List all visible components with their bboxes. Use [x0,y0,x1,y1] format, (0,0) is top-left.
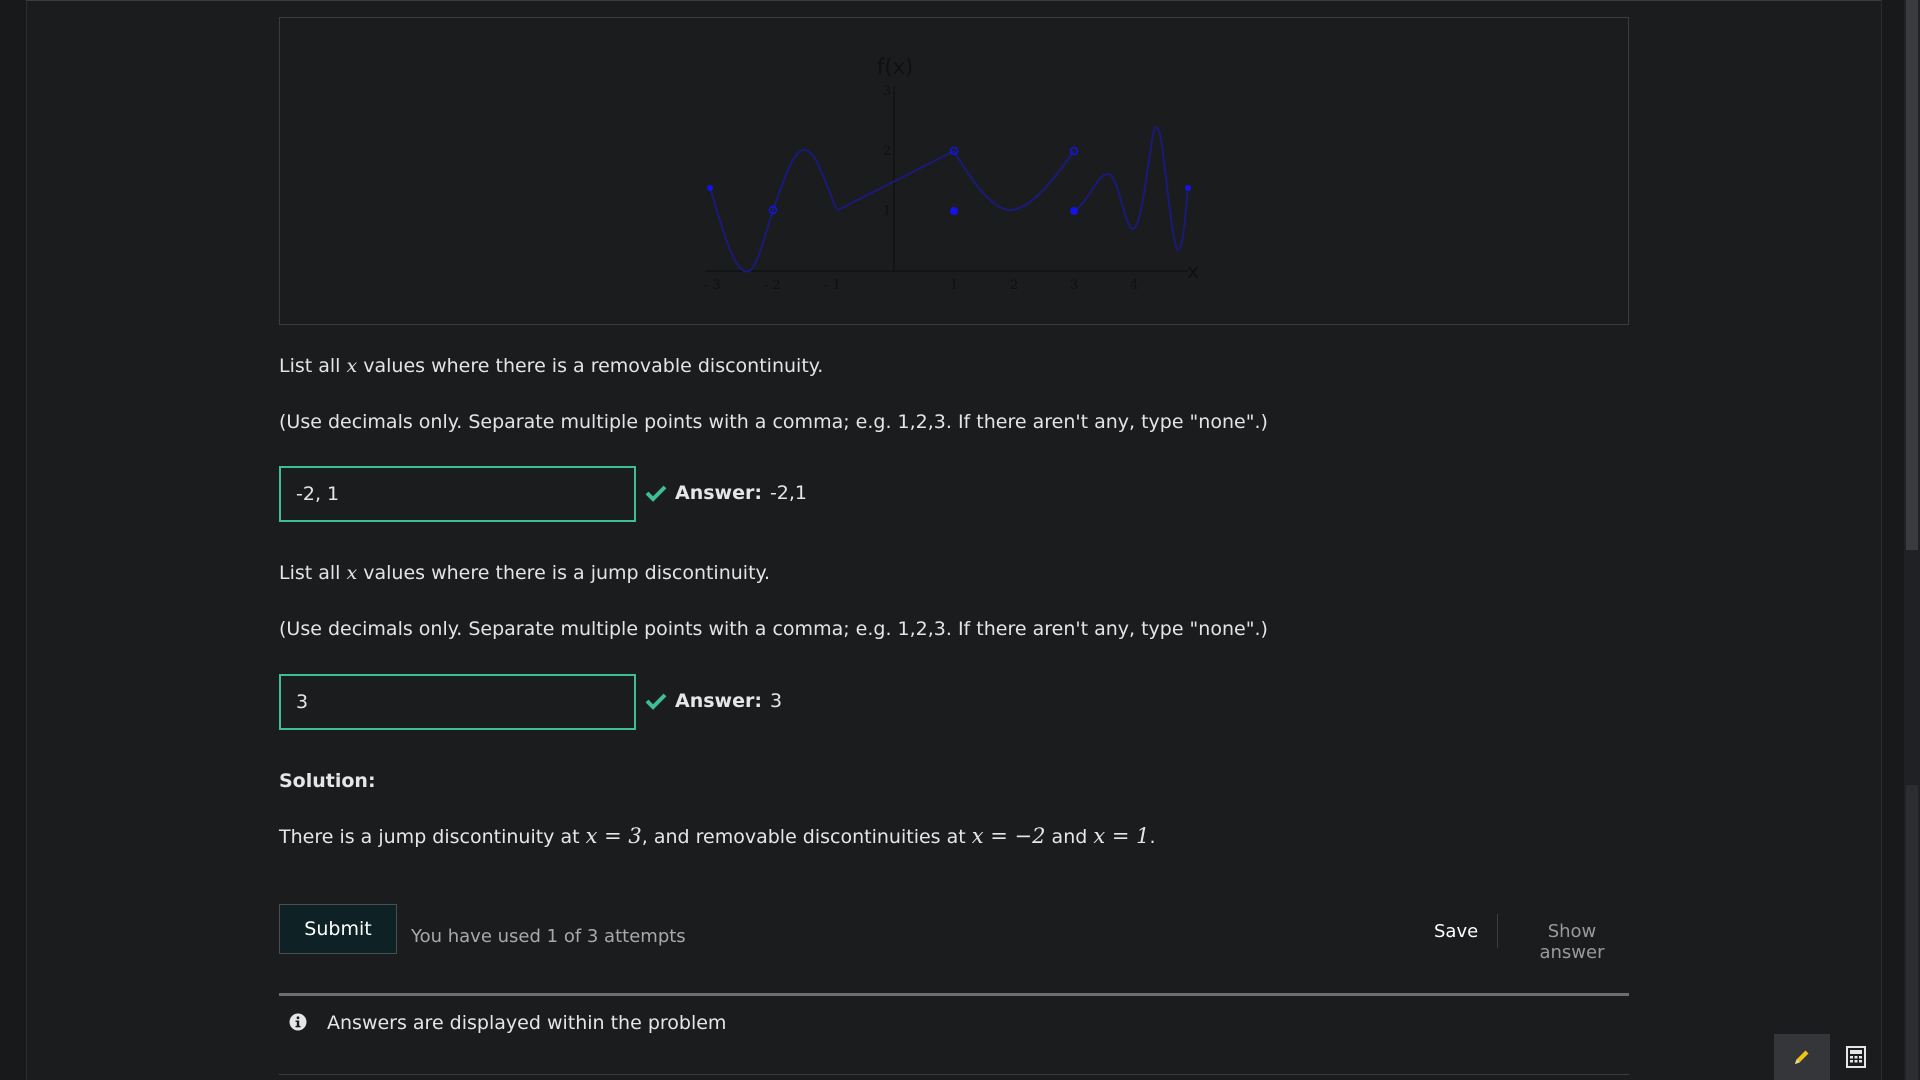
x-axis-label: x [1187,259,1199,283]
prompt-text: List all [279,562,341,584]
solution-text: There is a jump discontinuity at x = 3, … [279,824,1156,848]
prompt-text: values where there is a jump discontinui… [363,562,771,584]
math-expression: x = 3 [585,824,642,848]
solution-heading: Solution: [279,770,376,792]
y-tick-label: 2 [883,144,891,159]
math-variable: x [346,355,358,377]
prompt-text: values where there is a removable discon… [363,355,824,377]
submit-button[interactable]: Submit [279,904,397,954]
math-variable: x [346,562,358,584]
function-graph: f(x) x - 3 - 2 - 1 1 2 3 4 1 2 3 [279,17,1629,325]
question1-instructions: (Use decimals only. Separate multiple po… [279,411,1268,433]
solution-part: . [1149,826,1156,848]
solution-part: , and removable discontinuities at [641,826,966,848]
x-tick-label: 1 [950,278,958,293]
question1-feedback: Answer: -2,1 [645,482,807,504]
x-tick-label: 3 [1070,278,1078,293]
info-icon [289,1013,307,1031]
answer-label: Answer: [675,482,762,504]
attempts-text: You have used 1 of 3 attempts [411,926,686,947]
filled-point [950,207,958,215]
curve-right [1073,126,1189,252]
solution-part: and [1051,826,1088,848]
endpoint-left [707,185,713,191]
answers-notice: Answers are displayed within the problem [279,993,1629,1075]
x-tick-label: - 2 [764,278,781,293]
top-border [26,0,1881,1]
show-answer-button[interactable]: Show answer [1515,921,1629,963]
check-icon [645,693,667,710]
action-separator [1497,914,1498,948]
save-button[interactable]: Save [1434,921,1478,942]
question2-prompt: List all x values where there is a jump … [279,562,770,584]
calculator-tool-button[interactable] [1830,1034,1881,1080]
question2-instructions: (Use decimals only. Separate multiple po… [279,618,1268,640]
endpoint-right [1185,185,1191,191]
y-axis-label: f(x) [877,55,913,79]
x-tick-label: - 1 [824,278,841,293]
x-tick-label: 4 [1130,278,1138,293]
calculator-icon [1845,1046,1866,1068]
x-tick-label: - 3 [704,278,721,293]
right-gutter [1881,0,1905,1080]
scrollbar-thumb[interactable] [1906,0,1918,550]
filled-point [1070,207,1078,215]
notice-text: Answers are displayed within the problem [327,1012,727,1034]
pencil-icon [1795,1050,1809,1064]
pencil-tool-button[interactable] [1774,1034,1830,1080]
prompt-text: List all [279,355,341,377]
answer-value: -2,1 [769,482,808,504]
question2-feedback: Answer: 3 [645,690,782,712]
check-icon [645,485,667,502]
y-tick-label: 1 [883,204,891,219]
math-expression: x = 1 [1093,824,1150,848]
curve-left [709,148,1075,273]
left-gutter [0,0,27,1080]
scrollbar-lower [1906,785,1918,1080]
question1-prompt: List all x values where there is a remov… [279,355,823,377]
answer-label: Answer: [675,690,762,712]
graph-svg: f(x) x - 3 - 2 - 1 1 2 3 4 1 2 3 [704,55,1199,293]
removable-discontinuity-input[interactable] [279,466,636,522]
jump-discontinuity-input[interactable] [279,674,636,730]
x-tick-label: 2 [1010,278,1018,293]
math-expression: x = −2 [971,824,1046,848]
solution-part: There is a jump discontinuity at [279,826,580,848]
answer-value: 3 [769,690,783,712]
y-tick-label: 3 [883,84,891,99]
